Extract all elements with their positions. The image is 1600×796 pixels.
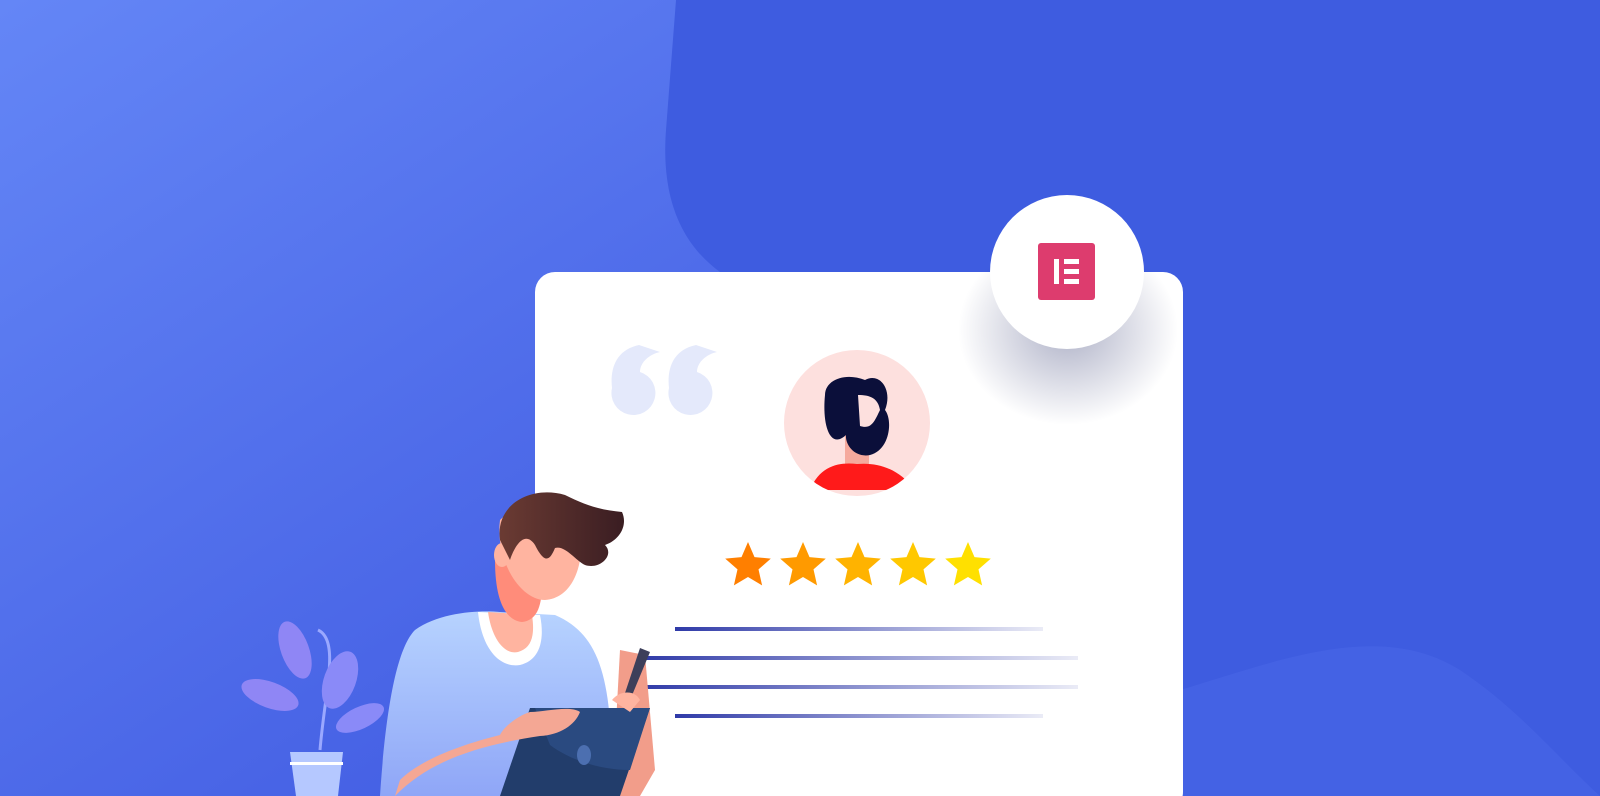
user-avatar-icon <box>784 350 930 496</box>
review-line <box>675 627 1043 631</box>
review-line <box>640 685 1078 689</box>
testimonial-illustration <box>0 0 1600 796</box>
elementor-logo-icon <box>1038 243 1095 300</box>
review-line <box>640 656 1078 660</box>
review-line <box>675 714 1043 718</box>
